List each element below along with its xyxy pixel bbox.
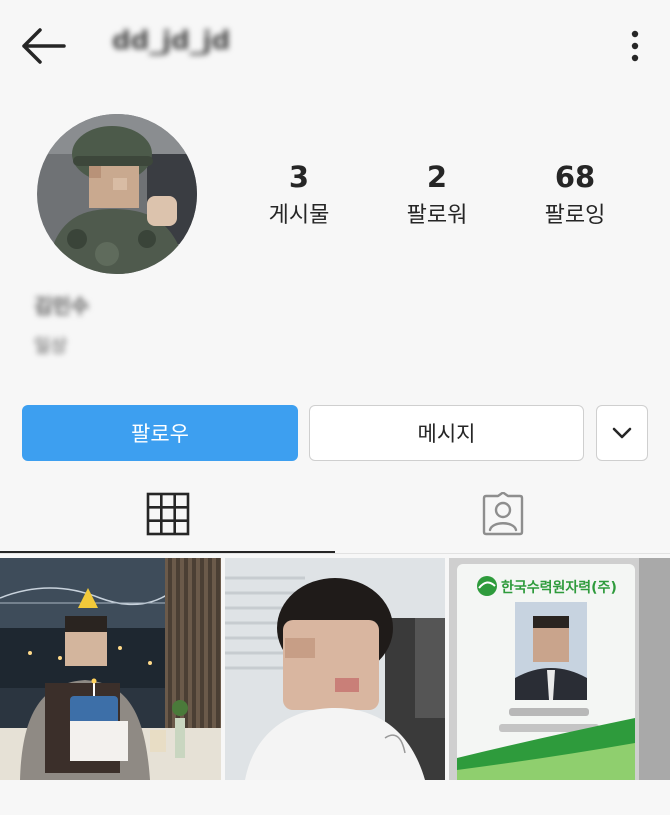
profile-name: 김민수 — [34, 294, 90, 318]
id-card-company-text: 한국수력원자력(주) — [501, 580, 617, 596]
stat-posts[interactable]: 3 게시물 — [234, 160, 364, 230]
tab-active-indicator — [0, 551, 335, 553]
stat-followers-label: 팔로워 — [406, 203, 468, 228]
grid-icon — [146, 492, 190, 540]
follow-button[interactable]: 팔로우 — [22, 405, 298, 461]
stat-followers-count: 2 — [426, 160, 448, 194]
stat-following-count: 68 — [554, 160, 596, 194]
post-thumbnail-selfie[interactable] — [225, 558, 445, 780]
chevron-down-icon — [611, 421, 633, 445]
stat-posts-label: 게시물 — [268, 203, 330, 228]
stat-followers[interactable]: 2 팔로워 — [372, 160, 502, 230]
profile-username: dd_jd_jd — [112, 26, 231, 56]
profile-bio: 일상 — [34, 336, 68, 357]
stat-following[interactable]: 68 팔로잉 — [510, 160, 640, 230]
tagged-person-icon — [481, 490, 525, 540]
tabs-divider — [0, 553, 670, 554]
arrow-left-icon[interactable] — [18, 24, 68, 68]
suggested-dropdown-button[interactable] — [596, 405, 648, 461]
tab-grid[interactable] — [0, 478, 335, 553]
stat-posts-count: 3 — [288, 160, 310, 194]
more-vertical-icon[interactable] — [624, 28, 646, 64]
avatar[interactable] — [37, 114, 197, 274]
stat-following-label: 팔로잉 — [544, 203, 606, 228]
tab-tagged[interactable] — [335, 478, 670, 553]
post-thumbnail-id-card[interactable]: 한국수력원자력(주) — [449, 558, 670, 780]
message-button[interactable]: 메시지 — [309, 405, 584, 461]
post-thumbnail-birthday[interactable] — [0, 558, 221, 780]
